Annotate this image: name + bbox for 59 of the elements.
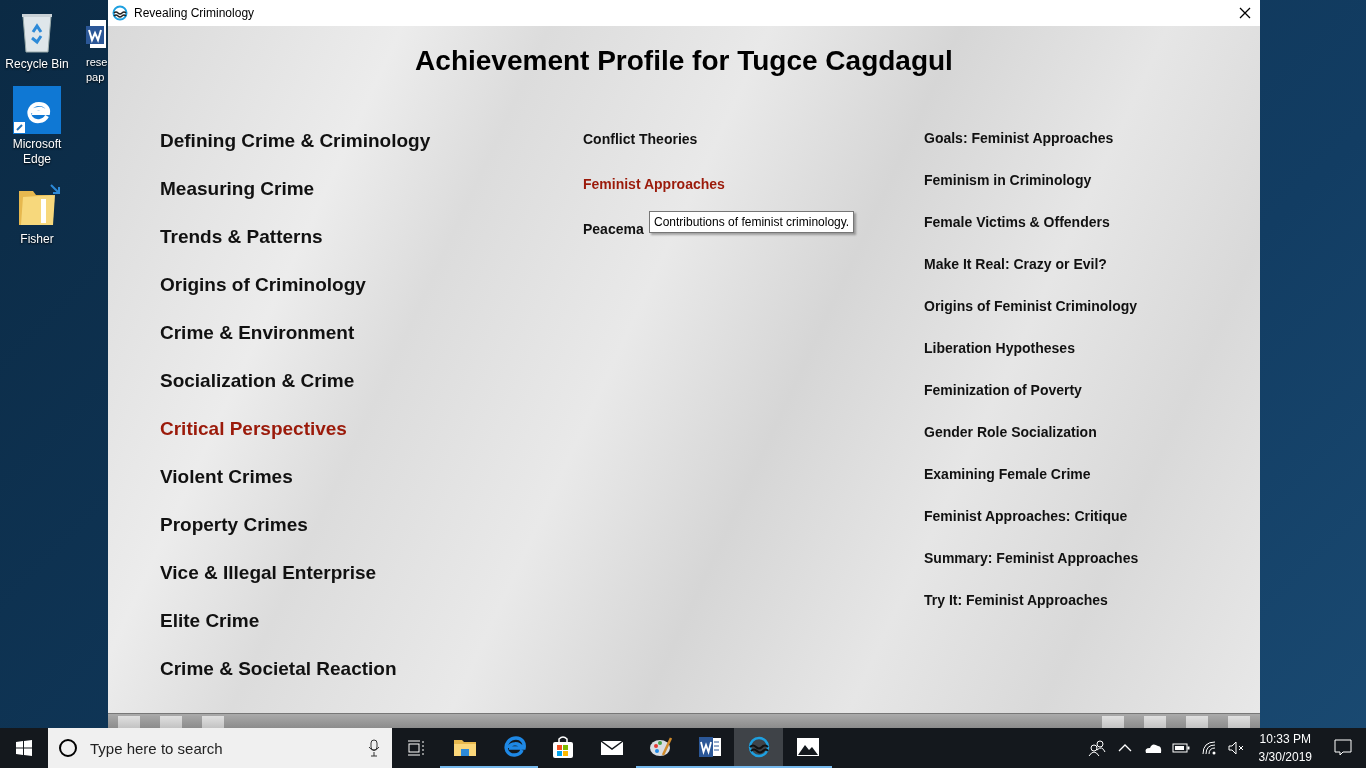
chapter-link[interactable]: Origins of Criminology (160, 261, 366, 309)
topic-link[interactable]: Try It: Feminist Approaches (924, 579, 1108, 621)
chapter-link[interactable]: Violent Crimes (160, 453, 293, 501)
chapter-link[interactable]: Defining Crime & Criminology (160, 117, 431, 165)
muted-speaker-icon[interactable] (1227, 741, 1246, 755)
topic-link[interactable]: Make It Real: Crazy or Evil? (924, 243, 1107, 285)
icon-label: Recycle Bin (4, 57, 70, 72)
document-icon[interactable] (86, 20, 106, 48)
clock-button[interactable]: 10:33 PM 3/30/2019 (1250, 730, 1320, 766)
section-link[interactable]: Feminist Approaches (583, 162, 725, 207)
app-icon (112, 5, 128, 21)
chevron-up-icon[interactable] (1117, 743, 1132, 753)
icon-label: Microsoft Edge (11, 137, 63, 167)
chapter-link[interactable]: Socialization & Crime (160, 357, 355, 405)
palette-icon (648, 735, 673, 759)
section-link[interactable]: Peacema (583, 207, 644, 252)
wifi-icon[interactable] (1200, 740, 1217, 756)
chapter-link[interactable]: Crime & Societal Reaction (160, 645, 397, 693)
topic-link[interactable]: Feminist Approaches: Critique (924, 495, 1128, 537)
profile-heading: Achievement Profile for Tugce Cagdagul (415, 44, 953, 78)
taskbar-app-button[interactable] (734, 728, 783, 768)
chapter-link[interactable]: Vice & Illegal Enterprise (160, 549, 377, 597)
topic-link[interactable]: Origins of Feminist Criminology (924, 285, 1138, 327)
tooltip: Contributions of feminist criminology. (649, 211, 855, 233)
shopping-bag-icon (550, 735, 575, 759)
search-icon (58, 738, 78, 758)
task-view-icon (407, 740, 425, 756)
edge-icon (501, 735, 526, 759)
chapter-link[interactable]: Trends & Patterns (160, 213, 323, 261)
chapter-link[interactable]: Property Crimes (160, 501, 308, 549)
close-icon (1239, 7, 1251, 19)
topic-link[interactable]: Female Victims & Offenders (924, 201, 1110, 243)
app-icon (746, 735, 771, 759)
search-field[interactable]: Type here to search (88, 738, 368, 758)
people-icon[interactable] (1087, 739, 1106, 757)
word-icon (697, 735, 722, 759)
chapter-link[interactable]: Crime & Environment (160, 309, 355, 357)
chapter-link[interactable]: Critical Perspectives (160, 405, 347, 453)
photo-icon (795, 735, 820, 759)
icon-label: Fisher (19, 232, 55, 247)
speech-bubble-icon (1334, 739, 1352, 757)
icon-label: rese pap (86, 55, 108, 85)
topic-link[interactable]: Summary: Feminist Approaches (924, 537, 1139, 579)
section-link[interactable]: Conflict Theories (583, 117, 698, 162)
battery-icon[interactable] (1171, 743, 1190, 753)
search-box[interactable]: Type here to search (48, 728, 392, 768)
topic-link[interactable]: Feminization of Poverty (924, 369, 1082, 411)
topic-link[interactable]: Goals: Feminist Approaches (924, 117, 1114, 159)
edge-icon[interactable] (13, 86, 61, 134)
topic-link[interactable]: Liberation Hypotheses (924, 327, 1075, 369)
windows-logo-icon (16, 740, 32, 756)
topic-link[interactable]: Feminism in Criminology (924, 159, 1092, 201)
chapter-link[interactable]: Measuring Crime (160, 165, 315, 213)
window-title: Revealing Criminology (134, 6, 256, 20)
topic-link[interactable]: Gender Role Socialization (924, 411, 1097, 453)
topic-link[interactable]: Examining Female Crime (924, 453, 1091, 495)
chapter-link[interactable]: Elite Crime (160, 597, 260, 645)
cloud-icon[interactable] (1143, 742, 1162, 754)
microphone-icon (368, 739, 380, 757)
